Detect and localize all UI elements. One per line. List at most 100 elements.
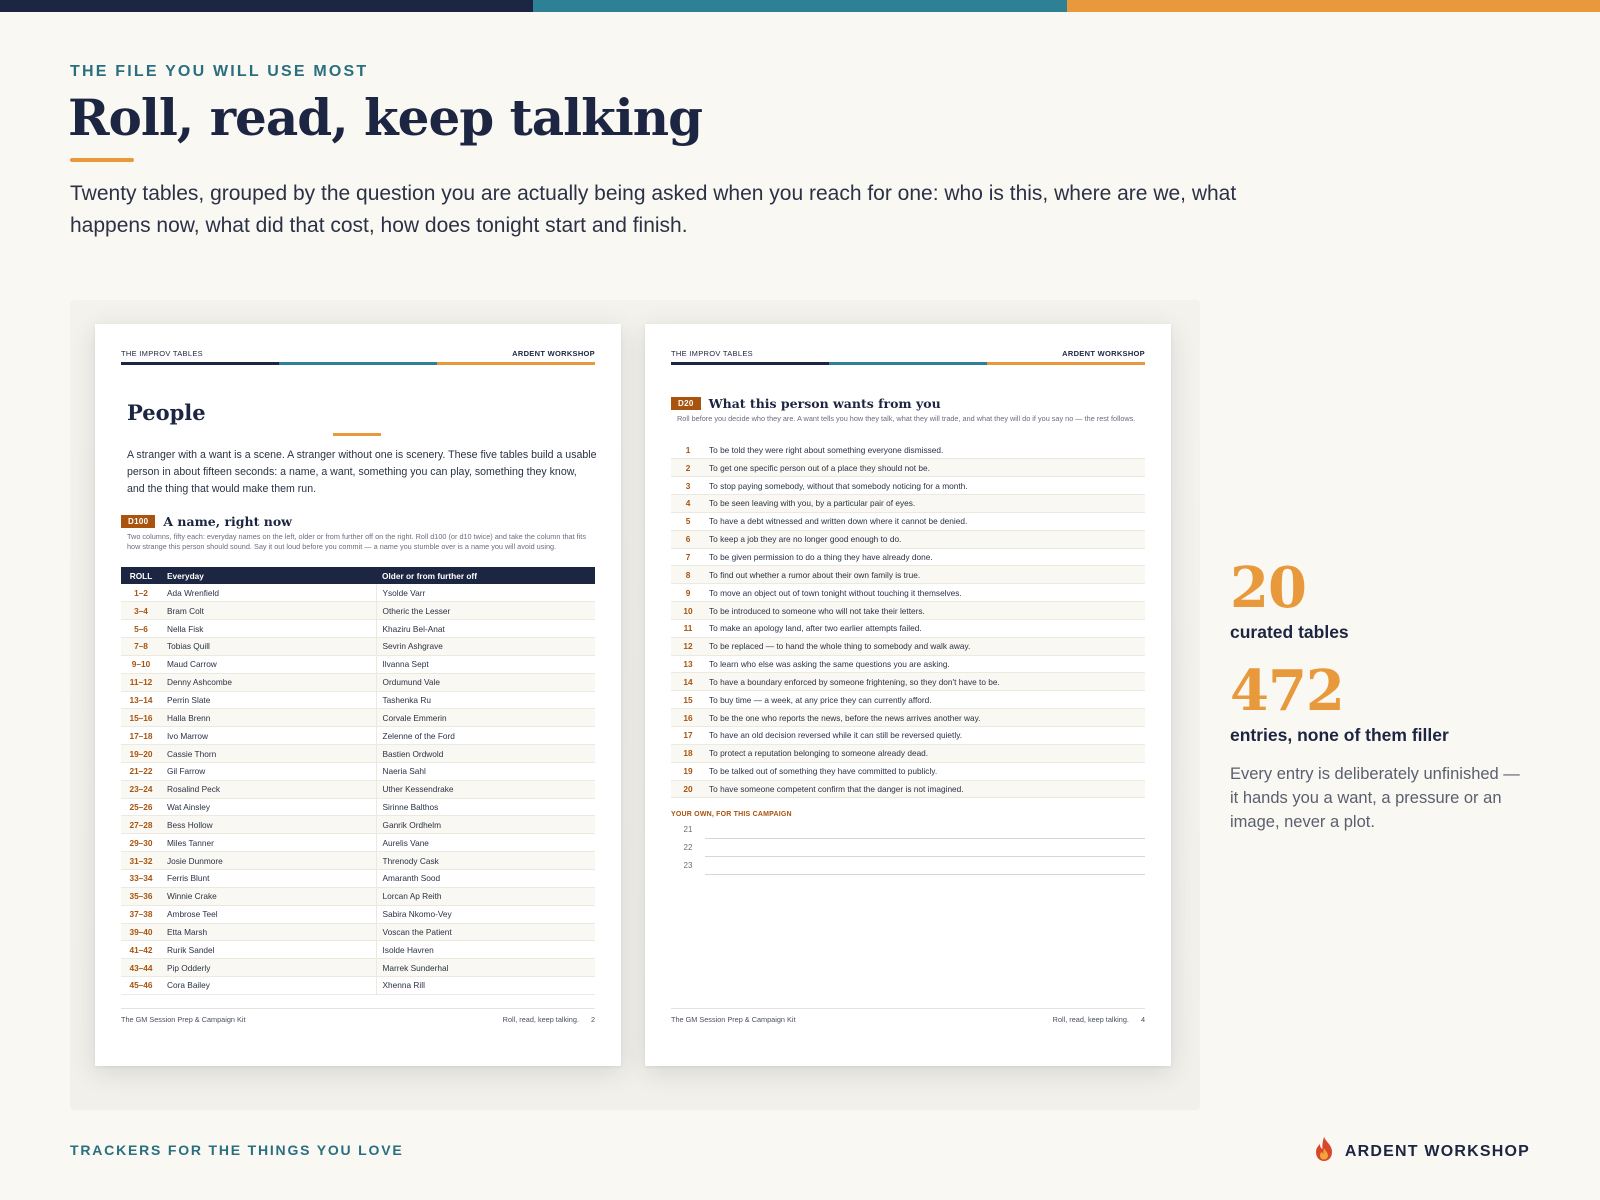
blank-row: 23 [671, 856, 1145, 876]
roll-range: 31–32 [121, 851, 161, 870]
headline-rule [70, 158, 134, 162]
blank-row: 22 [671, 838, 1145, 858]
want-entry: To find out whether a rumor about their … [705, 565, 1145, 585]
roll-number: 11 [671, 619, 705, 638]
table-row: 17 To have an old decision reversed while… [671, 726, 1145, 745]
roll-number: 20 [671, 780, 705, 799]
older-name: Tashenka Ru [376, 691, 595, 710]
table-row: 13–14 Perrin Slate Tashenka Ru [121, 691, 595, 710]
stat-value: 472 [1230, 658, 1345, 724]
older-name: Khaziru Bel-Anat [376, 619, 595, 639]
want-entry: To have someone competent confirm that t… [705, 780, 1145, 799]
older-name: Ysolde Varr [376, 584, 595, 603]
table-row: 3–4 Bram Colt Otheric the Lesser [121, 601, 595, 621]
roll-number: 10 [671, 601, 705, 620]
page-rule-orange [437, 362, 595, 365]
everyday-name: Maud Carrow [161, 655, 377, 674]
section-title-rule [333, 433, 381, 436]
older-name: Sevrin Ashgrave [376, 637, 595, 656]
everyday-name: Bram Colt [161, 601, 377, 621]
table-row: 6 To keep a job they are no longer good e… [671, 530, 1145, 549]
want-entry: To be replaced — to hand the whole thing… [705, 637, 1145, 656]
roll-range: 35–36 [121, 887, 161, 906]
page-rule-teal [829, 362, 987, 365]
custom-rows-table: 21 22 23 [671, 821, 1145, 876]
want-entry: To make an apology land, after two earli… [705, 619, 1145, 638]
want-entry: To get one specific person out of a plac… [705, 458, 1145, 478]
everyday-name: Josie Dunmore [161, 851, 377, 870]
everyday-name: Rosalind Peck [161, 780, 377, 799]
older-name: Bastien Ordwold [376, 744, 595, 763]
blank-line [705, 821, 1145, 840]
table-row: 5–6 Nella Fisk Khaziru Bel-Anat [121, 619, 595, 639]
page-header-right: ARDENT WORKSHOP [1062, 349, 1145, 358]
roll-range: 15–16 [121, 708, 161, 728]
footer-kit-name: The GM Session Prep & Campaign Kit [671, 1015, 796, 1024]
roll-number: 3 [671, 476, 705, 496]
roll-number: 12 [671, 637, 705, 656]
table-title: D100 A name, right now [121, 514, 292, 529]
col-header-older: Older or from further off [376, 567, 595, 584]
page-header-left: THE IMPROV TABLES [671, 349, 753, 358]
want-entry: To buy time — a week, at any price they … [705, 690, 1145, 710]
table-row: 43–44 Pip Odderly Marrek Sunderhal [121, 958, 595, 978]
footer-tagline: Roll, read, keep talking. [502, 1015, 579, 1024]
roll-range: 5–6 [121, 619, 161, 639]
everyday-name: Ferris Blunt [161, 869, 377, 888]
footer-tagline-group: Roll, read, keep talking. 4 [1053, 1015, 1145, 1024]
headline: Roll, read, keep talking [68, 88, 703, 147]
roll-number: 7 [671, 548, 705, 567]
want-entry: To be given permission to do a thing the… [705, 548, 1145, 567]
table-name: A name, right now [163, 514, 292, 529]
roll-range: 27–28 [121, 815, 161, 835]
page-rule-teal [279, 362, 437, 365]
table-row: 33–34 Ferris Blunt Amaranth Sood [121, 869, 595, 888]
everyday-name: Nella Fisk [161, 619, 377, 639]
table-row: 29–30 Miles Tanner Aurelis Vane [121, 833, 595, 853]
table-row: 1 To be told they were right about someth… [671, 441, 1145, 460]
roll-number: 1 [671, 441, 705, 460]
want-entry: To be talked out of something they have … [705, 762, 1145, 781]
roll-range: 23–24 [121, 780, 161, 799]
table-row: 12 To be replaced — to hand the whole thi… [671, 637, 1145, 656]
everyday-name: Gil Farrow [161, 762, 377, 781]
intro-text: Twenty tables, grouped by the question y… [70, 182, 1237, 237]
want-entry: To be the one who reports the news, befo… [705, 708, 1145, 727]
table-row: 11–12 Denny Ashcombe Ordumund Vale [121, 673, 595, 692]
roll-range: 21–22 [121, 762, 161, 781]
everyday-name: Etta Marsh [161, 923, 377, 942]
older-name: Threnody Cask [376, 851, 595, 870]
table-row: 5 To have a debt witnessed and written do… [671, 512, 1145, 531]
roll-number: 21 [683, 825, 693, 835]
footer-kit-name: The GM Session Prep & Campaign Kit [121, 1015, 246, 1024]
page-preview-people: THE IMPROV TABLES ARDENT WORKSHOP People… [95, 324, 621, 1066]
want-entry: To have an old decision reversed while i… [705, 726, 1145, 745]
roll-number: 23 [683, 861, 693, 871]
page-header-left: THE IMPROV TABLES [121, 349, 203, 358]
roll-range: 17–18 [121, 726, 161, 746]
table-row: 11 To make an apology land, after two ear… [671, 619, 1145, 638]
page-number: 4 [1140, 1015, 1145, 1024]
roll-range: 1–2 [121, 584, 161, 603]
roll-range: 33–34 [121, 869, 161, 888]
everyday-name: Tobias Quill [161, 637, 377, 656]
roll-number: 2 [671, 458, 705, 478]
top-bar-teal [533, 0, 1067, 12]
page-preview-wants: THE IMPROV TABLES ARDENT WORKSHOP D20 Wh… [645, 324, 1171, 1066]
roll-range: 13–14 [121, 691, 161, 710]
older-name: Ilvanna Sept [376, 655, 595, 674]
stat-entries: 472 entries, none of them filler [1230, 663, 1449, 746]
older-name: Ordumund Vale [376, 673, 595, 692]
roll-number: 15 [671, 690, 705, 710]
want-entry: To be seen leaving with you, by a partic… [705, 494, 1145, 513]
custom-rows-label: YOUR OWN, FOR THIS CAMPAIGN [671, 811, 792, 818]
flame-icon [1313, 1136, 1335, 1167]
footer-tagline: Roll, read, keep talking. [1052, 1015, 1129, 1024]
table-description: Two columns, fifty each: everyday names … [127, 532, 586, 552]
page-footer: The GM Session Prep & Campaign Kit Roll,… [121, 1008, 595, 1024]
eyebrow: THE FILE YOU WILL USE MOST [70, 63, 369, 80]
stat-tables: 20 curated tables [1230, 560, 1349, 643]
everyday-name: Perrin Slate [161, 691, 377, 710]
table-row: 14 To have a boundary enforced by someone… [671, 672, 1145, 692]
roll-range: 7–8 [121, 637, 161, 656]
